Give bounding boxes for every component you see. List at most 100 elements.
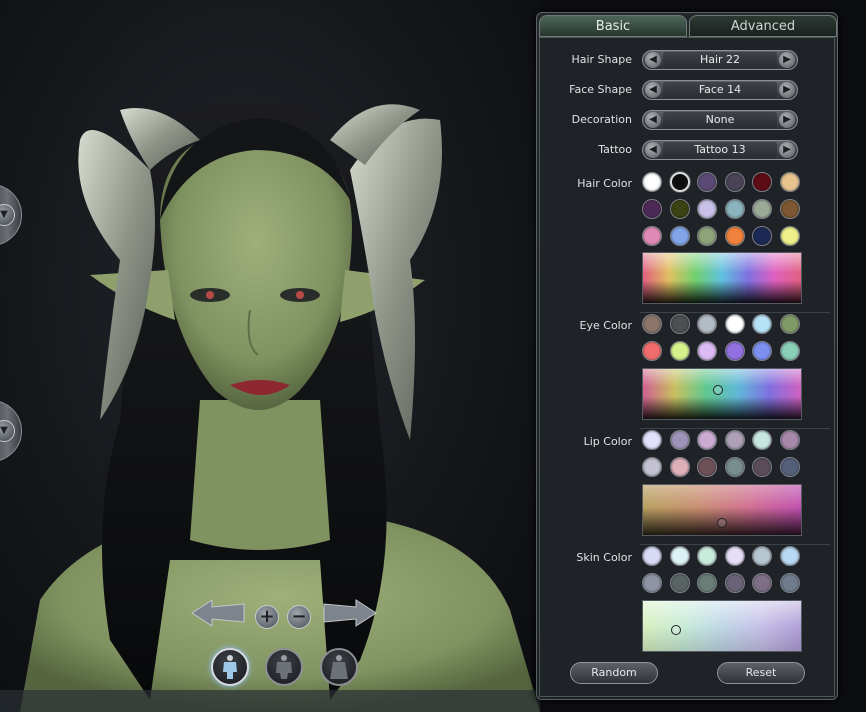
lip-color-swatch[interactable] [669, 457, 690, 477]
lip-color-swatch[interactable] [697, 430, 717, 450]
eye-color-swatch[interactable] [724, 314, 745, 334]
lip-color-swatch[interactable] [642, 457, 662, 477]
lip-color-cursor[interactable] [717, 518, 727, 528]
tattoo-value: Tattoo 13 [663, 142, 777, 158]
lip-color-swatch[interactable] [642, 430, 662, 450]
eye-color-swatch[interactable] [697, 341, 717, 361]
hair-shape-prev-button[interactable]: ◀ [645, 52, 661, 68]
skin-color-cursor[interactable] [671, 625, 681, 635]
face-shape-selector: ◀ Face 14 ▶ [642, 80, 798, 100]
zoom-in-button[interactable]: + [255, 605, 279, 629]
hair-color-swatch[interactable] [752, 172, 772, 192]
hair-shape-value: Hair 22 [663, 52, 777, 68]
zoom-out-button[interactable]: − [287, 605, 311, 629]
skin-color-swatch[interactable] [779, 546, 800, 566]
hair-color-swatch[interactable] [642, 172, 662, 192]
lip-color-swatch[interactable] [752, 457, 772, 477]
tab-bar: Basic Advanced [539, 15, 837, 37]
random-button[interactable]: Random [570, 662, 658, 684]
hair-shape-next-button[interactable]: ▶ [779, 52, 795, 68]
section-divider [640, 428, 830, 429]
decoration-selector: ◀ None ▶ [642, 110, 798, 130]
lip-color-swatch[interactable] [779, 430, 800, 450]
section-divider [640, 544, 830, 545]
lip-color-swatch[interactable] [724, 457, 745, 477]
body-outfit-icon [223, 655, 237, 679]
view-body-button[interactable] [211, 648, 249, 686]
lip-color-spectrum[interactable] [642, 484, 802, 536]
hair-shape-selector: ◀ Hair 22 ▶ [642, 50, 798, 70]
tattoo-prev-button[interactable]: ◀ [645, 142, 661, 158]
view-armor-button[interactable] [265, 648, 303, 686]
skin-color-swatch[interactable] [779, 573, 800, 593]
skin-color-swatch[interactable] [697, 546, 717, 566]
eye-color-swatch[interactable] [779, 341, 800, 361]
customization-panel: Basic Advanced Hair Shape ◀ Hair 22 ▶ Fa… [536, 12, 838, 700]
lip-color-swatch[interactable] [669, 430, 690, 450]
eye-color-label: Eye Color [579, 319, 632, 332]
rotate-left-arrow-icon[interactable] [190, 598, 246, 628]
reset-button[interactable]: Reset [717, 662, 805, 684]
hair-color-swatch[interactable] [697, 226, 717, 246]
eye-color-swatch[interactable] [642, 341, 662, 361]
hair-color-spectrum[interactable] [642, 252, 802, 304]
hair-color-swatch[interactable] [779, 199, 800, 219]
hair-color-swatch[interactable] [642, 226, 662, 246]
view-robe-button[interactable] [320, 648, 358, 686]
decoration-label: Decoration [571, 113, 632, 126]
skin-color-swatch[interactable] [669, 546, 690, 566]
robe-outfit-icon [330, 655, 348, 679]
tab-advanced[interactable]: Advanced [689, 15, 837, 37]
lip-color-swatch[interactable] [779, 457, 800, 477]
decoration-prev-button[interactable]: ◀ [645, 112, 661, 128]
hair-color-swatch[interactable] [779, 172, 800, 192]
skin-color-spectrum[interactable] [642, 600, 802, 652]
eye-color-swatch[interactable] [724, 341, 745, 361]
lip-color-swatch[interactable] [752, 430, 772, 450]
lip-color-swatch[interactable] [724, 430, 745, 450]
skin-color-swatch[interactable] [752, 546, 772, 566]
character-viewport[interactable]: ▼ ▼ + − [0, 0, 540, 712]
hair-color-swatch[interactable] [669, 199, 690, 219]
hair-color-swatch[interactable] [724, 199, 745, 219]
tab-basic[interactable]: Basic [539, 15, 687, 37]
eye-color-swatch[interactable] [779, 314, 800, 334]
tattoo-selector: ◀ Tattoo 13 ▶ [642, 140, 798, 160]
hair-shape-label: Hair Shape [571, 53, 632, 66]
face-shape-next-button[interactable]: ▶ [779, 82, 795, 98]
eye-color-spectrum[interactable] [642, 368, 802, 420]
eye-color-swatch[interactable] [752, 314, 772, 334]
hair-color-swatch[interactable] [752, 226, 772, 246]
hair-color-swatch[interactable] [724, 226, 745, 246]
hair-color-swatch[interactable] [669, 172, 690, 192]
hair-color-swatch[interactable] [752, 199, 772, 219]
hair-color-swatch[interactable] [724, 172, 745, 192]
face-shape-prev-button[interactable]: ◀ [645, 82, 661, 98]
skin-color-swatch[interactable] [724, 573, 745, 593]
eye-color-cursor[interactable] [713, 385, 723, 395]
basic-tab-content: Hair Shape ◀ Hair 22 ▶ Face Shape ◀ Face… [539, 37, 835, 697]
eye-color-swatch[interactable] [642, 314, 662, 334]
decoration-value: None [663, 112, 777, 128]
skin-color-swatch[interactable] [669, 573, 690, 593]
decoration-next-button[interactable]: ▶ [779, 112, 795, 128]
hair-color-swatch[interactable] [642, 199, 662, 219]
eye-color-swatch[interactable] [697, 314, 717, 334]
tattoo-label: Tattoo [598, 143, 632, 156]
lip-color-swatch[interactable] [697, 457, 717, 477]
hair-color-swatch[interactable] [697, 199, 717, 219]
eye-color-swatch[interactable] [752, 341, 772, 361]
skin-color-swatch[interactable] [697, 573, 717, 593]
hair-color-swatch[interactable] [697, 172, 717, 192]
skin-color-swatch[interactable] [752, 573, 772, 593]
chevron-down-icon: ▼ [0, 420, 15, 442]
tattoo-next-button[interactable]: ▶ [779, 142, 795, 158]
eye-color-swatch[interactable] [669, 314, 690, 334]
hair-color-swatch[interactable] [779, 226, 800, 246]
hair-color-swatch[interactable] [669, 226, 690, 246]
skin-color-swatch[interactable] [642, 573, 662, 593]
skin-color-swatch[interactable] [642, 546, 662, 566]
skin-color-swatch[interactable] [724, 546, 745, 566]
rotate-right-arrow-icon[interactable] [322, 598, 378, 628]
eye-color-swatch[interactable] [669, 341, 690, 361]
